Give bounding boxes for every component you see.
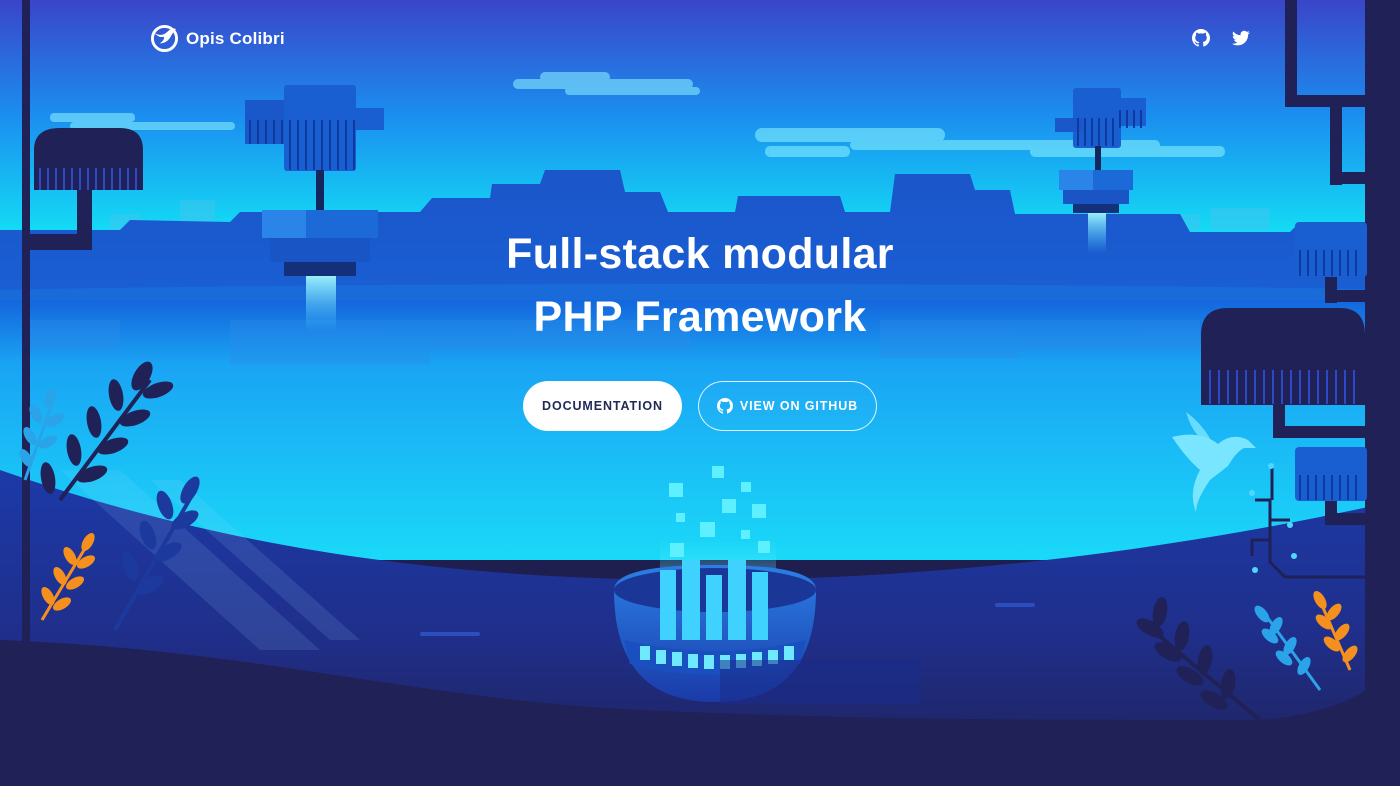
twitter-icon: [1232, 30, 1250, 46]
brand-name: Opis Colibri: [186, 28, 285, 48]
headline-line-2: PHP Framework: [533, 293, 867, 341]
documentation-button[interactable]: DOCUMENTATION: [523, 381, 682, 431]
hero-headline: Full-stack modular PHP Framework: [0, 223, 1400, 349]
social-links: [1192, 29, 1250, 47]
hero-section: Full-stack modular PHP Framework: [0, 223, 1400, 349]
twitter-link[interactable]: [1232, 29, 1250, 47]
view-on-github-button-label: VIEW ON GITHUB: [739, 399, 859, 413]
hummingbird-logo-icon: [150, 24, 179, 53]
github-icon: [1192, 29, 1210, 47]
brand-link[interactable]: Opis Colibri: [150, 24, 285, 53]
top-navbar: Opis Colibri: [0, 0, 1400, 80]
hero-scene: Opis Colibri Full-stack modular PHP Fram…: [0, 0, 1400, 786]
hero-actions: DOCUMENTATION VIEW ON GITHUB: [523, 381, 877, 431]
github-icon: [716, 398, 733, 414]
headline-line-1: Full-stack modular: [506, 230, 894, 278]
github-link[interactable]: [1192, 29, 1210, 47]
documentation-button-label: DOCUMENTATION: [542, 399, 663, 413]
view-on-github-button[interactable]: VIEW ON GITHUB: [698, 381, 877, 431]
